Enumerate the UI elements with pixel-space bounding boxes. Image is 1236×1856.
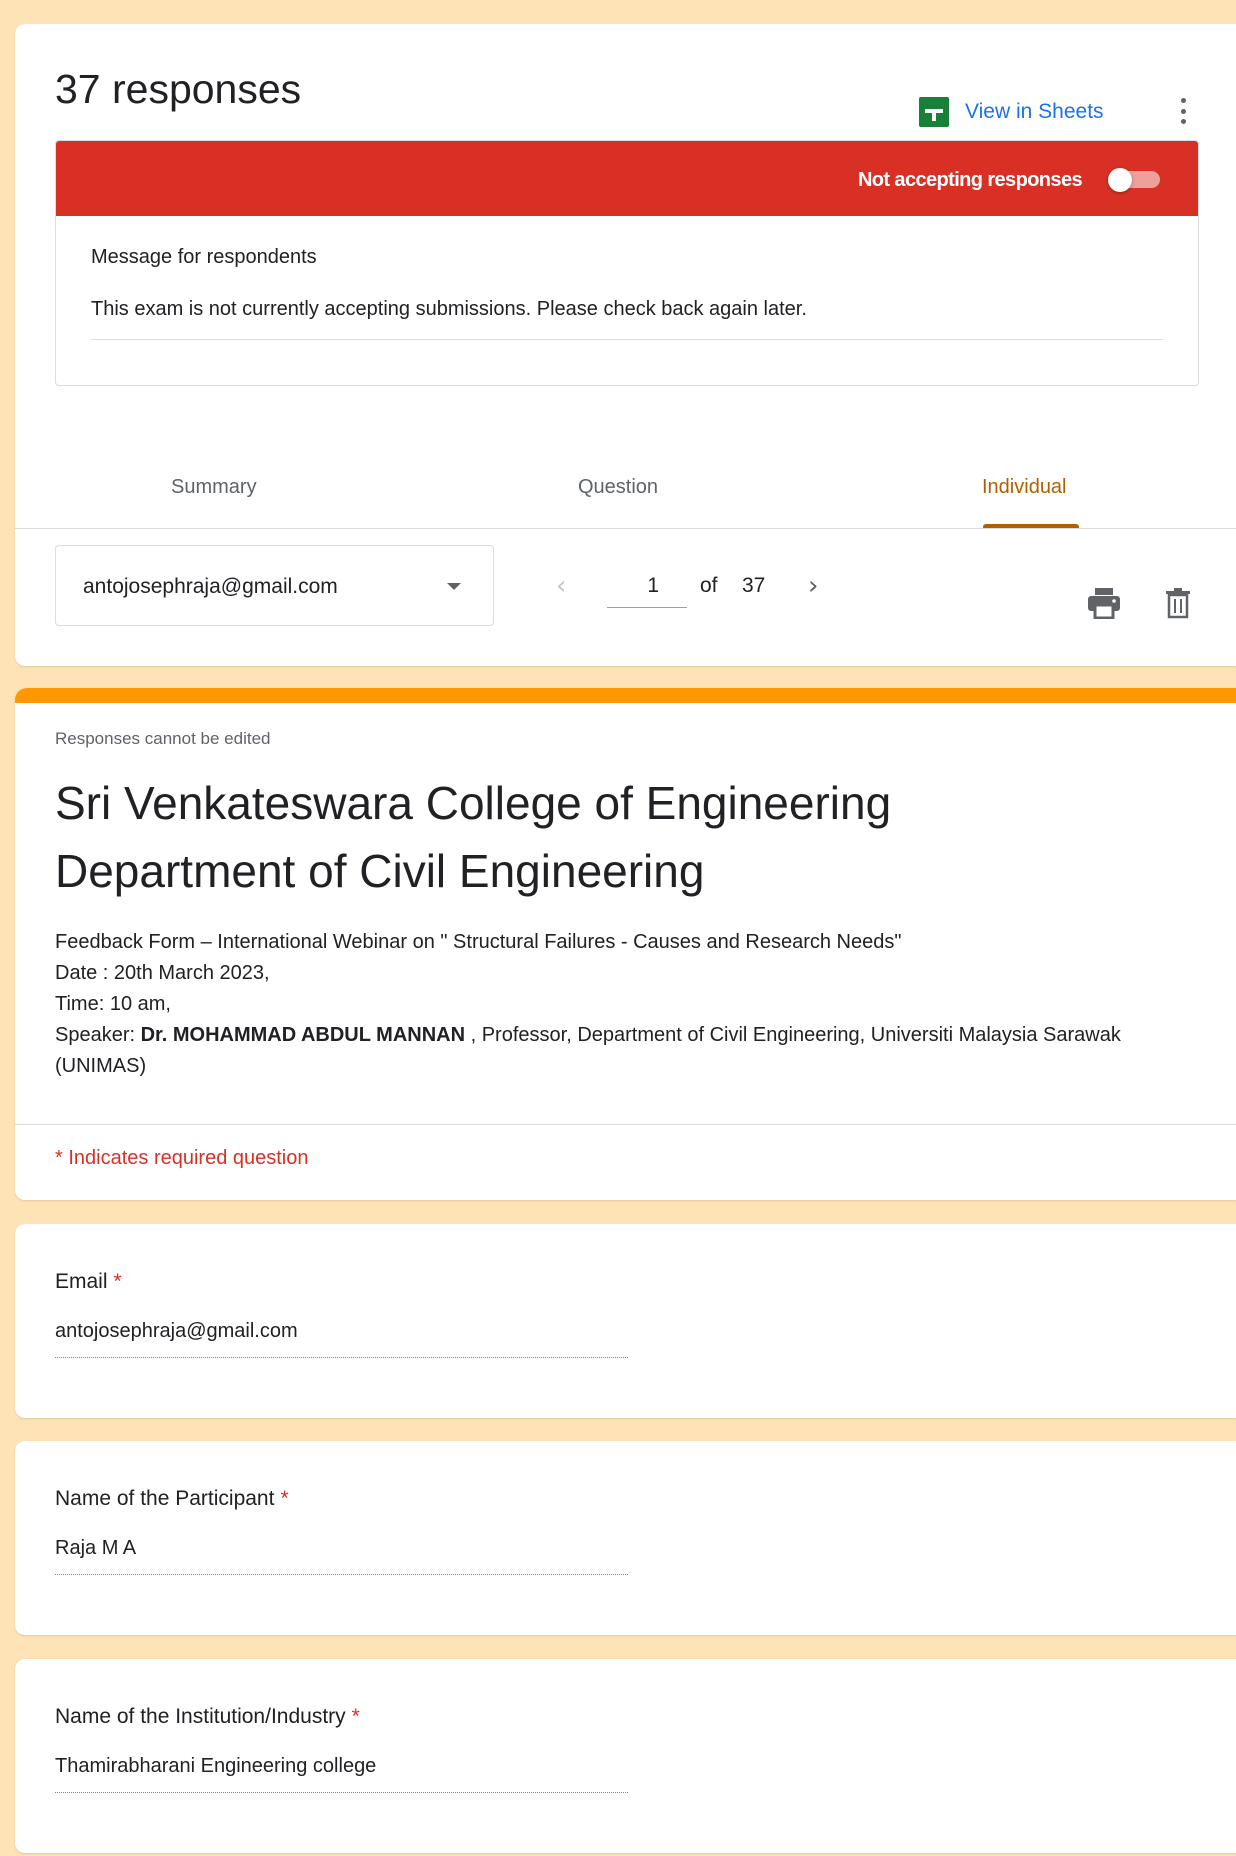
form-title-line-2: Department of Civil Engineering	[55, 845, 705, 897]
form-accent-bar	[15, 688, 1236, 703]
page: 37 responses View in Sheets Not acceptin…	[0, 0, 1236, 1856]
message-for-respondents-field[interactable]: This exam is not currently accepting sub…	[91, 298, 1163, 340]
responses-cannot-be-edited-notice: Responses cannot be edited	[55, 729, 271, 748]
form-header-card: Responses cannot be edited Sri Venkatesw…	[15, 688, 1236, 1200]
view-in-sheets-button[interactable]: View in Sheets	[919, 97, 1104, 127]
trash-icon[interactable]	[1165, 587, 1191, 619]
pager-of-label: of	[700, 574, 718, 597]
accepting-responses-toggle[interactable]	[1108, 168, 1162, 192]
question-answer: Thamirabharani Engineering college	[55, 1755, 628, 1793]
more-vert-icon[interactable]	[1178, 94, 1188, 128]
responses-tabs: Summary Question Individual	[15, 444, 1236, 529]
required-asterisk: *	[280, 1487, 289, 1510]
pager-total: 37	[742, 574, 766, 597]
form-title-line-1: Sri Venkateswara College of Engineering	[55, 777, 892, 829]
arrow-drop-down-icon	[447, 583, 461, 590]
tab-summary[interactable]: Summary	[171, 476, 257, 499]
chevron-right-icon[interactable]: ›	[808, 571, 818, 601]
question-card-email: Email * antojosephraja@gmail.com	[15, 1224, 1236, 1418]
question-label: Name of the Participant *	[55, 1487, 289, 1510]
form-desc-date: Date : 20th March 2023,	[55, 962, 270, 984]
question-card-participant-name: Name of the Participant * Raja M A	[15, 1441, 1236, 1635]
form-title: Sri Venkateswara College of Engineering …	[55, 769, 1195, 905]
tab-question[interactable]: Question	[578, 476, 658, 499]
not-accepting-banner: Not accepting responses	[56, 141, 1198, 216]
response-pager: ‹ 1 of 37 ›	[535, 568, 835, 608]
responses-count-title: 37 responses	[55, 66, 302, 112]
required-asterisk: *	[113, 1270, 122, 1293]
form-description: Feedback Form – International Webinar on…	[55, 927, 1205, 1082]
form-desc-time: Time: 10 am,	[55, 993, 171, 1015]
question-answer: Raja M A	[55, 1537, 628, 1575]
google-sheets-icon	[919, 97, 949, 127]
tab-individual[interactable]: Individual	[982, 476, 1067, 499]
form-desc-line-1: Feedback Form – International Webinar on…	[55, 931, 902, 953]
view-in-sheets-label: View in Sheets	[965, 100, 1104, 123]
form-desc-speaker: Speaker: Dr. MOHAMMAD ABDUL MANNAN , Pro…	[55, 1020, 1205, 1082]
response-number-input[interactable]: 1	[607, 568, 687, 608]
respondent-email-select[interactable]: antojosephraja@gmail.com	[55, 545, 494, 626]
speaker-name: Dr. MOHAMMAD ABDUL MANNAN	[140, 1024, 466, 1046]
form-divider	[15, 1124, 1236, 1125]
accepting-status-label: Not accepting responses	[857, 169, 1083, 191]
accepting-responses-panel: Not accepting responses Message for resp…	[55, 140, 1199, 386]
chevron-left-icon[interactable]: ‹	[556, 571, 566, 601]
required-asterisk: *	[351, 1705, 360, 1728]
active-tab-indicator	[983, 524, 1079, 528]
respondent-email-value: antojosephraja@gmail.com	[83, 575, 338, 598]
question-answer: antojosephraja@gmail.com	[55, 1320, 628, 1358]
message-for-respondents-label: Message for respondents	[91, 246, 317, 268]
question-label: Name of the Institution/Industry *	[55, 1705, 360, 1728]
responses-card: 37 responses View in Sheets Not acceptin…	[15, 24, 1236, 666]
question-label: Email *	[55, 1270, 122, 1293]
question-card-institution: Name of the Institution/Industry * Thamir…	[15, 1659, 1236, 1853]
print-icon[interactable]	[1087, 587, 1121, 619]
speaker-prefix: Speaker:	[55, 1024, 141, 1046]
required-question-note: * Indicates required question	[55, 1147, 309, 1169]
